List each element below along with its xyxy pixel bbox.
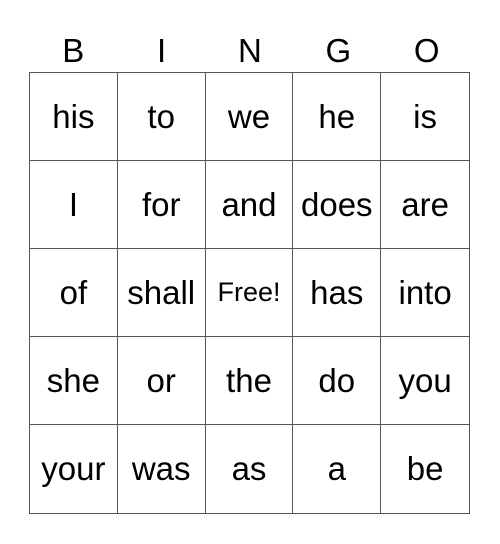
bingo-cell[interactable]: she (30, 337, 118, 425)
bingo-cell[interactable]: be (381, 425, 469, 513)
bingo-cell[interactable]: I (30, 161, 118, 249)
bingo-cell[interactable]: do (293, 337, 382, 425)
bingo-cell[interactable]: a (293, 425, 382, 513)
bingo-cell[interactable]: you (381, 337, 469, 425)
bingo-cell[interactable]: into (381, 249, 469, 337)
header-letter-g: G (325, 32, 352, 69)
bingo-cell[interactable]: as (206, 425, 294, 513)
free-space-cell[interactable]: Free! (205, 249, 294, 337)
bingo-cell[interactable]: your (30, 425, 118, 513)
header-letter-n: N (238, 32, 262, 69)
bingo-cell[interactable]: has (293, 249, 382, 337)
bingo-header: B I N G O (29, 30, 471, 72)
bingo-cell[interactable]: shall (117, 249, 206, 337)
header-letter-i: I (157, 32, 167, 69)
bingo-cell[interactable]: he (293, 73, 382, 161)
bingo-cell[interactable]: of (30, 249, 118, 337)
bingo-cell[interactable]: is (381, 73, 469, 161)
header-letter-b: B (62, 32, 85, 69)
bingo-cell[interactable]: was (118, 425, 206, 513)
bingo-cell[interactable]: and (205, 161, 294, 249)
bingo-cell[interactable]: we (205, 73, 294, 161)
bingo-cell[interactable]: his (30, 73, 118, 161)
bingo-cell[interactable]: or (117, 337, 206, 425)
bingo-cell[interactable]: for (117, 161, 206, 249)
bingo-cell[interactable]: the (205, 337, 294, 425)
bingo-card: his to we he is I for and does are of sh… (29, 72, 470, 514)
bingo-cell[interactable]: to (117, 73, 206, 161)
bingo-cell[interactable]: are (381, 161, 469, 249)
bingo-cell[interactable]: does (293, 161, 382, 249)
header-letter-o: O (413, 32, 440, 69)
